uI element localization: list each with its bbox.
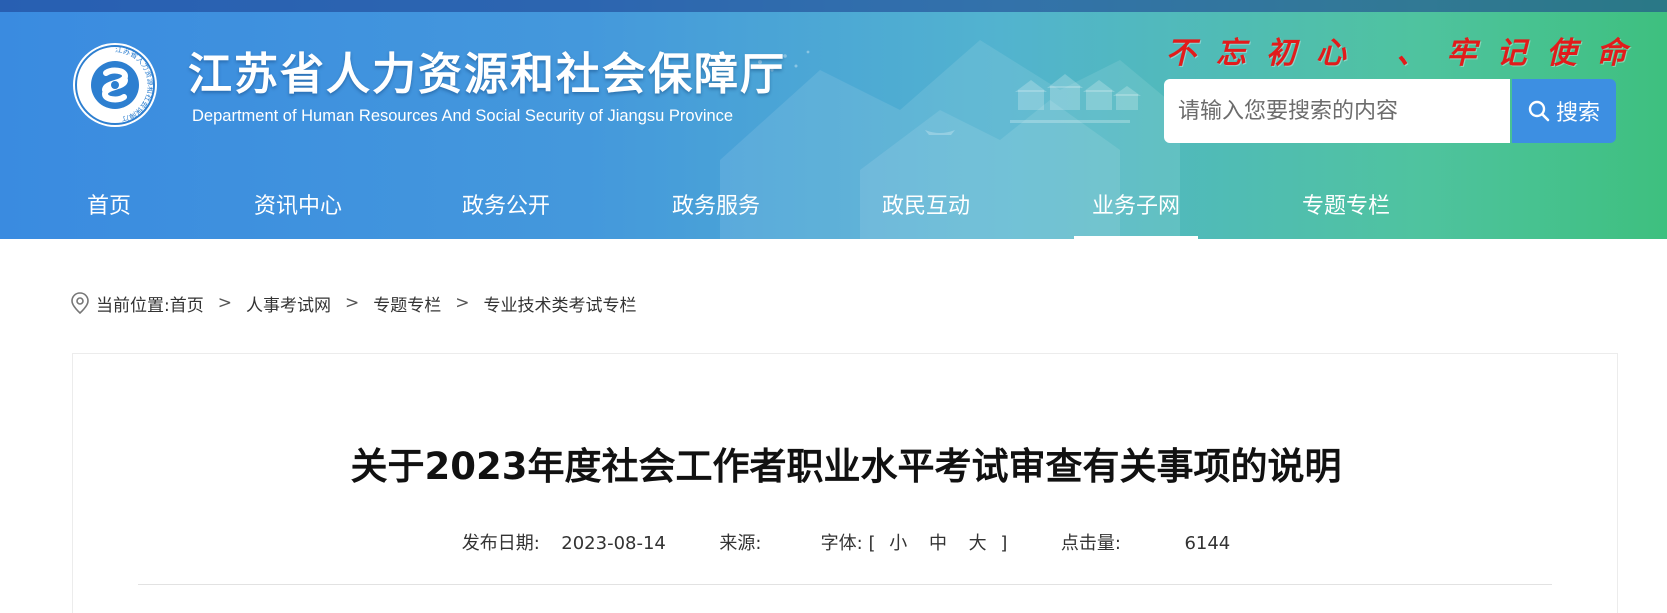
breadcrumb-separator: >	[455, 293, 470, 313]
publish-date: 2023-08-14	[561, 533, 666, 554]
font-size-medium[interactable]: 中	[929, 529, 947, 555]
font-size-large[interactable]: 大	[969, 529, 987, 555]
font-size-label: 字体:	[820, 533, 863, 554]
nav-item-public-interaction[interactable]: 政民互动	[864, 178, 988, 239]
article-title: 关于2023年度社会工作者职业水平考试审查有关事项的说明	[350, 445, 1342, 488]
map-pin-icon	[71, 292, 89, 315]
breadcrumb-item-special-topics[interactable]: 专题专栏	[373, 291, 441, 316]
font-size-bracket-close: ]	[1000, 533, 1008, 554]
click-count-label: 点击量:	[1060, 533, 1121, 554]
search-bar: 搜索	[1164, 79, 1616, 143]
article-panel: 关于2023年度社会工作者职业水平考试审查有关事项的说明 发布日期: 2023-…	[72, 353, 1618, 613]
nav-item-special-topics[interactable]: 专题专栏	[1284, 178, 1408, 239]
site-header: 江苏省人力资源和社会保障厅 江苏省人力资源和社会保障厅 Department o…	[0, 0, 1667, 239]
main-nav: 首页 资讯中心 政务公开 政务服务 政民互动 业务子网 专题专栏	[0, 178, 1667, 239]
search-button-label: 搜索	[1555, 101, 1600, 126]
breadcrumb-item-home[interactable]: 首页	[170, 291, 204, 316]
search-button[interactable]: 搜索	[1512, 79, 1616, 143]
source-label: 来源:	[719, 533, 762, 554]
search-input[interactable]	[1164, 79, 1510, 143]
site-title[interactable]: 江苏省人力资源和社会保障厅	[188, 38, 786, 102]
site-subtitle: Department of Human Resources And Social…	[192, 107, 734, 125]
search-icon	[1528, 100, 1550, 122]
font-size-small[interactable]: 小	[889, 529, 907, 555]
click-count: 6144	[1184, 533, 1231, 554]
breadcrumb-separator: >	[217, 293, 232, 313]
breadcrumb-separator: >	[344, 293, 360, 313]
meta-divider	[138, 584, 1552, 585]
nav-item-business-subsites[interactable]: 业务子网	[1074, 178, 1198, 239]
breadcrumb-prefix: 当前位置:	[96, 295, 170, 316]
site-logo[interactable]: 江苏省人力资源和社会保障厅	[72, 42, 158, 128]
slogan: 不忘初心 、牢记使命	[1166, 36, 1647, 71]
nav-item-government-services[interactable]: 政务服务	[654, 178, 778, 239]
nav-item-home[interactable]: 首页	[66, 178, 152, 239]
breadcrumb-item-exam-site[interactable]: 人事考试网	[246, 291, 331, 316]
nav-item-news-center[interactable]: 资讯中心	[236, 178, 360, 239]
nav-item-government-affairs[interactable]: 政务公开	[444, 178, 568, 239]
font-size-bracket-open: [	[868, 533, 876, 554]
breadcrumb-item-professional-exams[interactable]: 专业技术类考试专栏	[483, 291, 636, 316]
breadcrumb: 当前位置: 首页 > 人事考试网 > 专题专栏 > 专业技术类考试专栏	[70, 290, 636, 316]
publish-date-label: 发布日期:	[461, 533, 540, 554]
article-meta: 发布日期: 2023-08-14 来源: 字体: [ 小 中 大 ] 点击量: …	[73, 529, 1619, 555]
